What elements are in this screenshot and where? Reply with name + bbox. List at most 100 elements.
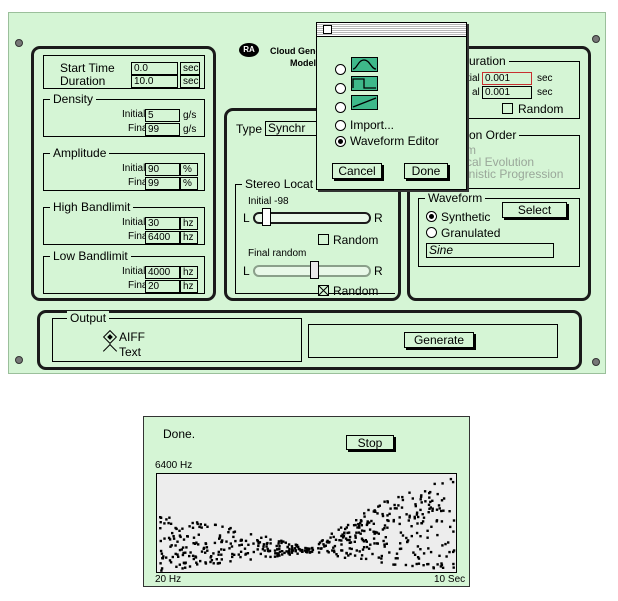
grain-point xyxy=(199,523,202,526)
grain-point xyxy=(410,534,413,538)
grain-point xyxy=(284,541,287,544)
stereo-final-slider-thumb[interactable] xyxy=(309,261,319,279)
grain-point xyxy=(291,547,294,550)
grain-point xyxy=(441,566,445,569)
grain-point xyxy=(433,482,436,486)
duration-label: Duration xyxy=(60,74,106,88)
grain-point xyxy=(376,542,379,545)
grain-point xyxy=(326,549,329,553)
grain-point xyxy=(259,552,262,556)
grain-point xyxy=(416,545,420,548)
grain-point xyxy=(380,557,383,560)
grain-point xyxy=(175,527,178,531)
y-axis-bottom-label: 20 Hz xyxy=(155,574,182,585)
stop-button[interactable]: Stop xyxy=(346,435,394,450)
waveform-select-button[interactable]: Select xyxy=(502,202,567,218)
grain-point xyxy=(237,553,240,556)
grain-duration-random-checkbox[interactable] xyxy=(502,103,513,114)
wave-square-radio[interactable] xyxy=(335,83,346,94)
grain-point xyxy=(287,543,291,546)
grain-point xyxy=(169,522,173,525)
waveform-editor-radio[interactable] xyxy=(335,136,346,147)
duration-input[interactable]: 10.0 xyxy=(131,75,178,88)
density-unit-final: g/s xyxy=(183,124,197,135)
low-bandlimit-initial-input[interactable]: 4000 xyxy=(145,266,180,279)
amplitude-unit-initial: % xyxy=(180,163,198,176)
waveform-granulated-radio[interactable] xyxy=(426,227,437,238)
grain-point xyxy=(429,550,433,554)
text-diamond-radio[interactable] xyxy=(102,343,118,359)
grain-duration-initial-input[interactable]: 0.001 xyxy=(482,72,532,85)
grain-point xyxy=(274,552,277,555)
high-bandlimit-final-input[interactable]: 6400 xyxy=(145,231,180,244)
status-window: Done. Stop 6400 Hz 20 Hz 10 Sec xyxy=(143,416,470,587)
sine-wave-icon[interactable] xyxy=(351,57,378,72)
grain-point xyxy=(417,515,420,519)
import-label: Import... xyxy=(350,118,395,132)
grain-point xyxy=(440,509,443,513)
grain-point xyxy=(200,550,204,553)
generate-button[interactable]: Generate xyxy=(404,332,474,348)
grain-point xyxy=(441,482,444,485)
popup-done-button[interactable]: Done xyxy=(404,163,448,179)
selection-order-option-progression[interactable]: inistic Progression xyxy=(466,167,563,181)
grain-point xyxy=(406,539,410,542)
sawtooth-wave-icon[interactable] xyxy=(351,95,378,110)
grain-point xyxy=(181,527,184,530)
grain-point xyxy=(220,558,223,561)
amplitude-initial-input[interactable]: 90 xyxy=(145,163,180,176)
grain-point xyxy=(420,494,423,497)
square-wave-icon[interactable] xyxy=(351,76,378,91)
grain-point xyxy=(178,563,181,566)
density-initial-label: Initial xyxy=(122,109,146,120)
popup-cancel-button[interactable]: Cancel xyxy=(332,163,382,179)
grain-point xyxy=(283,551,286,555)
stereo-final-random-checkbox[interactable] xyxy=(318,285,329,296)
grain-point xyxy=(377,505,380,508)
output-title: Output xyxy=(67,311,110,325)
wave-saw-radio[interactable] xyxy=(335,102,346,113)
import-radio[interactable] xyxy=(335,120,346,131)
grain-point xyxy=(232,535,235,539)
grain-point xyxy=(392,563,395,566)
grain-point xyxy=(230,545,234,548)
grain-point xyxy=(234,539,237,543)
density-initial-input[interactable]: 5 xyxy=(145,109,180,122)
aiff-diamond-radio[interactable] xyxy=(102,329,118,345)
waveform-synthetic-radio[interactable] xyxy=(426,211,437,222)
grain-point xyxy=(287,552,290,555)
grain-point xyxy=(262,545,265,548)
grain-point xyxy=(348,538,351,542)
stereo-final-label: Final random xyxy=(248,248,307,259)
grain-point xyxy=(365,545,369,549)
grain-point xyxy=(239,555,242,559)
density-final-input[interactable]: 99 xyxy=(145,123,180,136)
grain-point xyxy=(160,569,163,572)
grain-point xyxy=(266,541,269,545)
grain-point xyxy=(231,555,234,559)
grain-point xyxy=(404,563,408,567)
status-message: Done. xyxy=(163,427,196,441)
start-time-input[interactable]: 0.0 xyxy=(131,62,178,75)
output-group: Output AIFF Text xyxy=(52,311,302,362)
low-bandlimit-final-input[interactable]: 20 xyxy=(145,280,180,293)
grain-point xyxy=(405,536,408,540)
grain-duration-final-unit: sec xyxy=(537,87,553,98)
stereo-location-group: Stereo Locat Initial -98 L R Random Fina… xyxy=(235,177,395,298)
grain-duration-final-input[interactable]: 0.001 xyxy=(482,86,532,99)
grain-point xyxy=(360,554,364,557)
popup-close-icon[interactable] xyxy=(323,25,332,34)
stereo-initial-random-checkbox[interactable] xyxy=(318,234,329,245)
grain-duration-initial-label: tial xyxy=(467,73,480,84)
amplitude-final-input[interactable]: 99 xyxy=(145,177,180,190)
grain-point xyxy=(340,543,343,546)
grain-point xyxy=(294,549,297,552)
grain-point xyxy=(413,553,417,556)
screw-bottom-left-icon xyxy=(15,356,23,364)
high-bandlimit-initial-input[interactable]: 30 xyxy=(145,217,180,230)
stereo-initial-slider-thumb[interactable] xyxy=(262,208,272,226)
popup-title-bar[interactable] xyxy=(317,23,466,37)
grain-duration-final-label: al xyxy=(472,87,480,98)
grain-point xyxy=(217,553,220,556)
wave-sine-radio[interactable] xyxy=(335,64,346,75)
